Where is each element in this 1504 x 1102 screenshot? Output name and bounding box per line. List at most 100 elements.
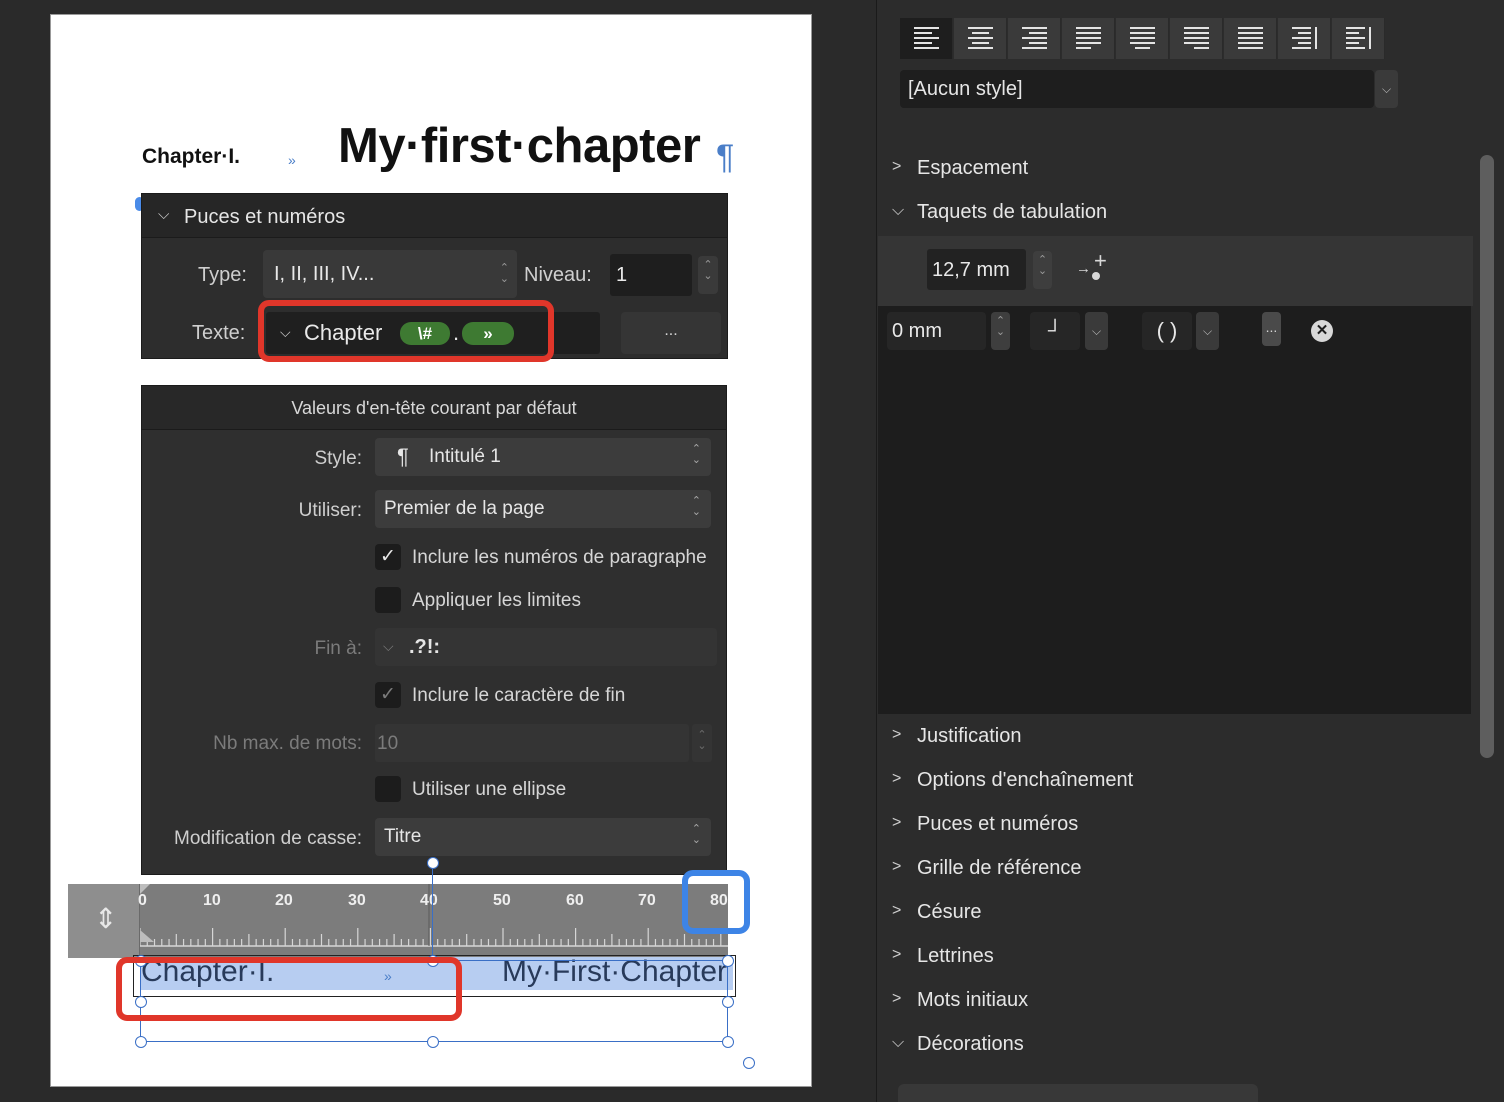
end-characters-value: .?!: — [409, 636, 441, 658]
align-right-icon — [1022, 27, 1047, 49]
section-baseline-grid[interactable]: > Grille de référence — [878, 848, 1473, 892]
more-options-button[interactable]: ... — [621, 312, 721, 354]
type-select[interactable]: I, II, III, IV... ⌃ ⌄ — [263, 250, 517, 298]
ruler-mark: 50 — [493, 892, 511, 909]
align-center-icon — [968, 27, 993, 49]
chevron-right-icon: > — [892, 814, 902, 831]
style-label: Style: — [314, 448, 362, 469]
ruler-mark: 20 — [275, 892, 293, 909]
corner-handle[interactable] — [743, 1057, 755, 1069]
align-left-button[interactable] — [900, 18, 953, 59]
justify-all-button[interactable] — [1224, 18, 1277, 59]
text-ruler[interactable]: ⇕ 0 10 20 30 40 50 60 70 80 — [68, 884, 728, 958]
tab-leader-more-button[interactable]: ... — [1262, 312, 1281, 346]
end-characters-field[interactable]: ⌵ .?!: — [375, 628, 717, 666]
align-center-button[interactable] — [954, 18, 1007, 59]
justify-center-button[interactable] — [1116, 18, 1169, 59]
apply-limits-label: Appliquer les limites — [412, 590, 581, 611]
section-hyphenation[interactable]: > Césure — [878, 892, 1473, 936]
section-initial-words[interactable]: > Mots initiaux — [878, 980, 1473, 1024]
highlight-annotation — [258, 300, 554, 362]
heading-title[interactable]: My·first·chapter — [338, 118, 701, 174]
align-toward-spine-icon — [1292, 27, 1317, 49]
level-input[interactable]: 1 — [610, 254, 692, 296]
chevron-down-icon[interactable]: ⌵ — [1085, 312, 1108, 350]
use-value: Premier de la page — [384, 498, 545, 519]
align-away-from-spine-button[interactable] — [1332, 18, 1385, 59]
tab-leader-select[interactable]: ( ) — [1142, 312, 1192, 350]
chevron-updown-icon: ⌃ ⌄ — [691, 495, 701, 518]
justify-right-button[interactable] — [1170, 18, 1223, 59]
align-right-button[interactable] — [1008, 18, 1061, 59]
chevron-down-icon[interactable]: ⌵ — [1375, 70, 1398, 108]
justify-left-button[interactable] — [1062, 18, 1115, 59]
chevron-right-icon: > — [892, 990, 902, 1007]
resize-vertical-icon: ⇕ — [94, 903, 118, 934]
add-tab-stop-icon[interactable]: + → — [1076, 248, 1116, 286]
chevron-right-icon: > — [892, 902, 902, 919]
section-label: Espacement — [917, 157, 1029, 179]
chevron-down-icon: ⌵ — [892, 1034, 905, 1051]
default-tab-stepper[interactable]: ⌃ ⌄ — [1033, 251, 1052, 289]
case-select[interactable]: Titre ⌃ ⌄ — [375, 818, 711, 856]
default-tab-value: 12,7 mm — [932, 259, 1010, 281]
ruler-mark: 10 — [203, 892, 221, 909]
case-value: Titre — [384, 826, 422, 847]
inspector-scrollbar[interactable] — [1480, 155, 1494, 758]
section-tab-stops[interactable]: ⌵ Taquets de tabulation — [878, 192, 1473, 236]
resize-handle[interactable] — [722, 955, 734, 967]
include-end-char-label: Inclure le caractère de fin — [412, 685, 626, 706]
level-stepper[interactable]: ⌃ ⌄ — [698, 256, 718, 294]
section-drop-caps[interactable]: > Lettrines — [878, 936, 1473, 980]
text-label: Texte: — [192, 322, 246, 344]
apply-limits-checkbox[interactable] — [375, 587, 401, 613]
style-select[interactable]: ¶ Intitulé 1 ⌃ ⌄ — [375, 438, 711, 476]
resize-handle[interactable] — [135, 1036, 147, 1048]
ruler-mark-0: 0 — [138, 892, 147, 909]
section-label: Taquets de tabulation — [917, 201, 1108, 223]
resize-handle[interactable] — [427, 1036, 439, 1048]
ruler-mark: 70 — [638, 892, 656, 909]
rotation-handle[interactable] — [427, 857, 439, 869]
section-justification[interactable]: > Justification — [878, 716, 1473, 760]
section-espacement[interactable]: > Espacement — [878, 148, 1473, 192]
default-tab-input[interactable]: 12,7 mm — [927, 249, 1026, 290]
section-label: Décorations — [917, 1033, 1024, 1055]
section-bullets[interactable]: > Puces et numéros — [878, 804, 1473, 848]
delete-tab-icon[interactable]: ✕ — [1311, 320, 1333, 342]
align-toward-spine-button[interactable] — [1278, 18, 1331, 59]
tab-stops-list — [878, 306, 1471, 714]
tab-position-value: 0 mm — [892, 320, 942, 342]
tab-position-input[interactable]: 0 mm — [887, 312, 986, 350]
section-label: Lettrines — [917, 945, 994, 967]
use-ellipsis-checkbox[interactable] — [375, 776, 401, 802]
level-label: Niveau: — [524, 264, 592, 286]
ruler-handle[interactable]: ⇕ — [68, 884, 140, 958]
resize-handle[interactable] — [722, 996, 734, 1008]
chevron-right-icon: > — [892, 858, 902, 875]
paragraph-style-select[interactable]: [Aucun style] — [900, 70, 1374, 108]
include-numbers-checkbox[interactable]: ✓ — [375, 544, 401, 570]
justify-center-icon — [1130, 27, 1155, 49]
decorations-preview — [898, 1084, 1258, 1102]
use-select[interactable]: Premier de la page ⌃ ⌄ — [375, 490, 711, 528]
chevron-updown-icon: ⌃ ⌄ — [691, 823, 701, 846]
case-label: Modification de casse: — [174, 828, 362, 849]
max-words-input[interactable]: 10 — [375, 724, 689, 762]
include-end-char-checkbox[interactable]: ✓ — [375, 682, 401, 708]
include-numbers-label: Inclure les numéros de paragraphe — [412, 547, 707, 568]
bullets-panel-header[interactable]: ⌵ Puces et numéros — [142, 194, 727, 238]
type-label: Type: — [198, 264, 247, 286]
chevron-down-icon[interactable]: ⌵ — [1196, 312, 1219, 350]
tab-alignment-select[interactable]: ┘ — [1030, 312, 1080, 350]
section-flow-options[interactable]: > Options d'enchaînement — [878, 760, 1473, 804]
section-decorations[interactable]: ⌵ Décorations — [878, 1024, 1473, 1068]
running-header-panel: Valeurs d'en-tête courant par défaut Sty… — [141, 385, 727, 875]
max-words-stepper[interactable]: ⌃ ⌄ — [692, 724, 712, 762]
resize-handle[interactable] — [722, 1036, 734, 1048]
justify-left-icon — [1076, 27, 1101, 49]
alignment-toolbar — [900, 18, 1385, 59]
heading-chapter-number[interactable]: Chapter·I. — [142, 145, 240, 169]
tab-position-stepper[interactable]: ⌃ ⌄ — [991, 312, 1010, 350]
type-value: I, II, III, IV... — [274, 263, 375, 285]
